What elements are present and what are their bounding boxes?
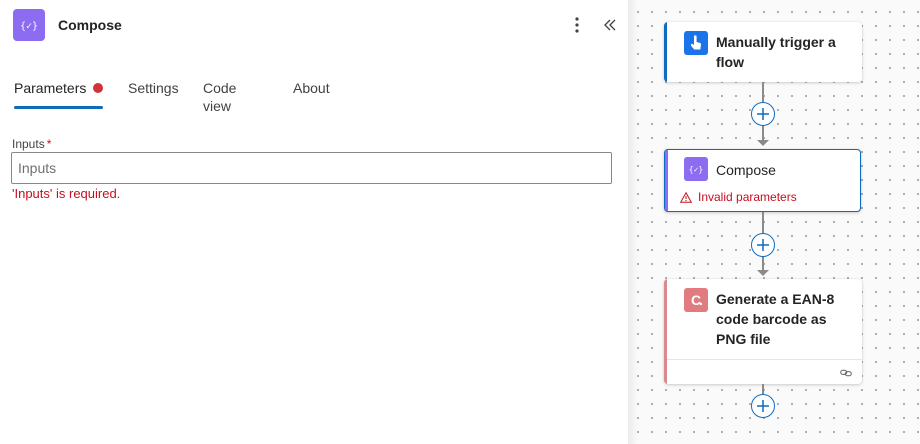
inputs-error-message: 'Inputs' is required.: [12, 186, 121, 201]
more-options-icon[interactable]: [568, 14, 586, 36]
connector-line: [762, 384, 764, 394]
compose-braces-icon: {✓}: [13, 9, 45, 41]
compose-card-title: Compose: [716, 162, 776, 178]
card-footer-divider: [667, 359, 862, 360]
plus-icon: [757, 108, 769, 120]
compose-braces-icon: {✓}: [684, 157, 708, 181]
tab-settings[interactable]: Settings: [128, 79, 179, 109]
add-new-step-button[interactable]: [751, 394, 775, 418]
card-accent-stripe: [664, 279, 667, 384]
active-tab-indicator: [14, 106, 103, 109]
inputs-field[interactable]: [11, 152, 612, 184]
required-asterisk: *: [46, 137, 52, 151]
warning-icon: [680, 191, 692, 203]
card-accent-stripe: [665, 150, 668, 211]
insert-step-button[interactable]: [751, 102, 775, 126]
trigger-card[interactable]: Manually trigger a flow: [664, 22, 862, 82]
link-icon[interactable]: [840, 365, 852, 383]
panel-title: Compose: [58, 17, 122, 33]
tab-code-view[interactable]: Code view: [203, 79, 236, 114]
hand-pointer-icon: [684, 31, 708, 55]
svg-text:{✓}: {✓}: [20, 21, 38, 32]
panel-divider-shadow: [628, 0, 638, 444]
plus-icon: [757, 239, 769, 251]
compose-card[interactable]: {✓} Compose Invalid parameters: [664, 149, 861, 212]
connector-arrow: [757, 270, 769, 276]
card-accent-stripe: [664, 22, 667, 82]
error-indicator-dot: [93, 83, 103, 93]
inputs-label-text: Inputs: [12, 137, 45, 151]
svg-text:C: C: [691, 292, 701, 308]
insert-step-button[interactable]: [751, 233, 775, 257]
trigger-card-title: Manually trigger a flow: [716, 34, 836, 70]
collapse-panel-icon[interactable]: [600, 14, 620, 36]
inputs-field-label: Inputs *: [12, 137, 51, 151]
svg-text:{✓}: {✓}: [689, 165, 703, 174]
connector-arrow: [757, 140, 769, 146]
tab-parameters[interactable]: Parameters: [14, 79, 103, 109]
warning-text: Invalid parameters: [698, 190, 797, 204]
barcode-card-title: Generate a EAN-8 code barcode as PNG fil…: [716, 291, 835, 347]
barcode-action-card[interactable]: C Generate a EAN-8 code barcode as PNG f…: [664, 279, 862, 384]
tab-about[interactable]: About: [293, 79, 330, 109]
invalid-parameters-warning: Invalid parameters: [680, 190, 797, 204]
action-details-panel: {✓} Compose Parameters Settings Code vie…: [0, 0, 628, 444]
panel-header: {✓} Compose: [0, 0, 628, 52]
barcode-connector-icon: C: [684, 288, 708, 312]
tab-label: Parameters: [14, 80, 87, 96]
plus-icon: [757, 400, 769, 412]
